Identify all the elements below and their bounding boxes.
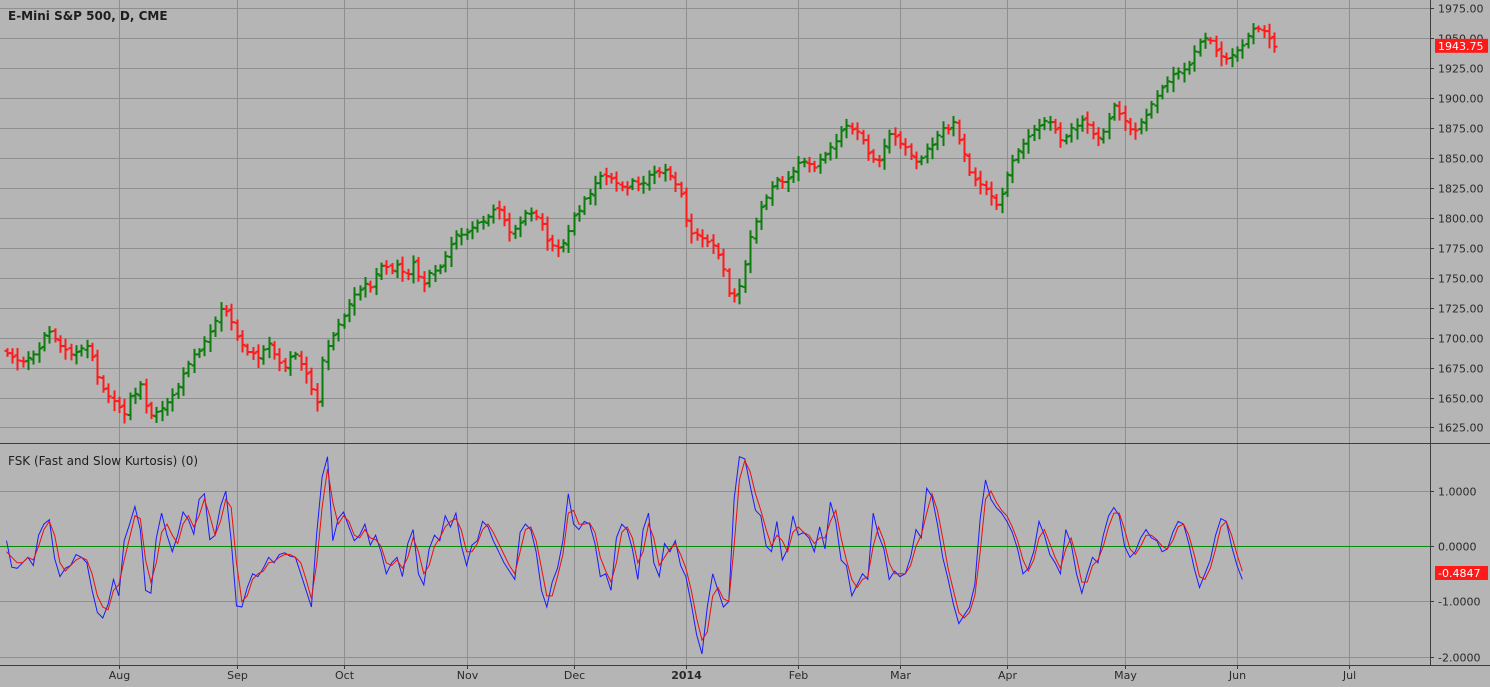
time-tick-label: Jul [1342, 669, 1356, 682]
price-tick-label: 1775.00 [1438, 243, 1484, 256]
price-tick-label: 1850.00 [1438, 153, 1484, 166]
price-tick-label: 1625.00 [1438, 422, 1484, 435]
price-tick-label: 1975.00 [1438, 3, 1484, 16]
time-tick-label: Apr [998, 669, 1018, 682]
price-tick-label: 1725.00 [1438, 303, 1484, 316]
price-axis[interactable]: 1625.00 1650.00 1675.00 1700.00 1725.00 1750.… [1430, 3, 1484, 435]
last-indicator-badge: -0.4847 [1435, 565, 1488, 580]
last-price-badge: 1943.75 [1435, 38, 1488, 53]
price-tick-label: 1700.00 [1438, 333, 1484, 346]
price-tick-label: 1825.00 [1438, 183, 1484, 196]
indicator-tick-label: -1.0000 [1438, 596, 1480, 609]
time-tick-label: Nov [457, 669, 479, 682]
time-tick-label: Sep [227, 669, 248, 682]
price-panel-title: E-Mini S&P 500, D, CME [8, 9, 168, 23]
price-tick-label: 1875.00 [1438, 123, 1484, 136]
price-tick-label: 1800.00 [1438, 213, 1484, 226]
price-tick-label: 1675.00 [1438, 363, 1484, 376]
time-tick-label: Jun [1228, 669, 1246, 682]
time-tick-label: 2014 [671, 669, 702, 682]
time-tick-label: Dec [564, 669, 585, 682]
time-tick-label: Mar [890, 669, 911, 682]
last-indicator-label: -0.4847 [1438, 567, 1480, 580]
time-tick-label: May [1114, 669, 1137, 682]
price-tick-label: 1750.00 [1438, 273, 1484, 286]
indicator-tick-label: -2.0000 [1438, 652, 1480, 665]
chart-background [0, 0, 1490, 687]
time-tick-label: Feb [789, 669, 808, 682]
indicator-tick-label: 0.0000 [1438, 541, 1477, 554]
price-tick-label: 1925.00 [1438, 63, 1484, 76]
price-tick-label: 1650.00 [1438, 393, 1484, 406]
time-tick-label: Aug [109, 669, 130, 682]
last-price-label: 1943.75 [1438, 40, 1484, 53]
price-tick-label: 1900.00 [1438, 93, 1484, 106]
indicator-panel-title: FSK (Fast and Slow Kurtosis) (0) [8, 454, 198, 468]
time-tick-label: Oct [335, 669, 355, 682]
chart-canvas: 1625.00 1650.00 1675.00 1700.00 1725.00 1750.… [0, 0, 1490, 687]
indicator-tick-label: 1.0000 [1438, 486, 1477, 499]
